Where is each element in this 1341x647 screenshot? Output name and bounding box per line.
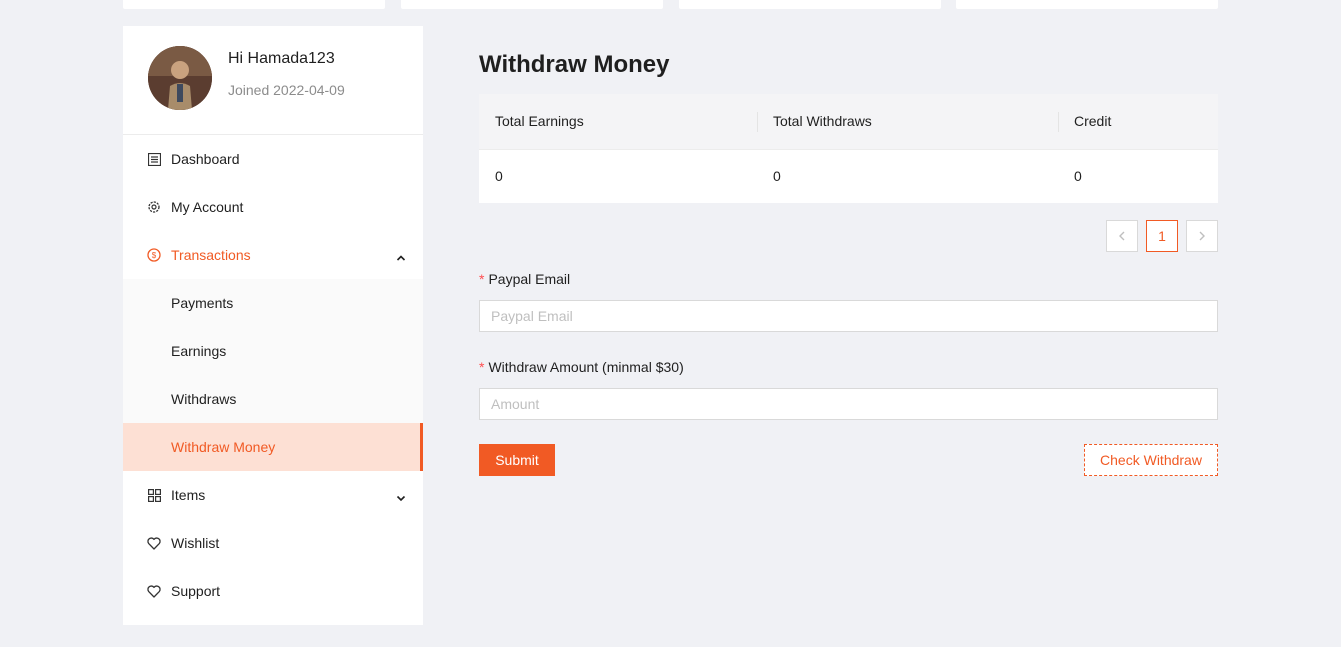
sidebar: Hi Hamada123 Joined 2022-04-09 Dashboard… [123, 26, 423, 625]
check-withdraw-button[interactable]: Check Withdraw [1084, 444, 1218, 476]
profile-header: Hi Hamada123 Joined 2022-04-09 [123, 26, 423, 135]
column-header: Credit [1058, 94, 1218, 150]
withdraw-amount-input[interactable] [479, 388, 1218, 420]
sidebar-item-label: My Account [171, 199, 244, 215]
sidebar-item-transactions[interactable]: $ Transactions [123, 231, 423, 279]
withdraw-stats-table: Total Earnings Total Withdraws Credit 0 … [479, 94, 1218, 203]
sidebar-item-label: Wishlist [171, 535, 220, 551]
transactions-submenu: Payments Earnings Withdraws Withdraw Mon… [123, 279, 423, 471]
next-page-button[interactable] [1186, 220, 1218, 252]
sidebar-item-label: Dashboard [171, 151, 240, 167]
gear-icon [147, 200, 161, 214]
sidebar-item-label: Transactions [171, 247, 251, 263]
user-greeting: Hi Hamada123 [228, 50, 335, 67]
table-cell: 0 [495, 168, 503, 185]
chevron-up-icon [396, 250, 406, 261]
summary-card [123, 0, 385, 9]
join-date: Joined 2022-04-09 [228, 82, 345, 98]
sidebar-item-withdraw-money[interactable]: Withdraw Money [123, 423, 423, 471]
required-marker: * [479, 359, 485, 375]
table-header-row: Total Earnings Total Withdraws Credit [479, 94, 1218, 150]
summary-card [956, 0, 1218, 9]
sidebar-item-items[interactable]: Items [123, 471, 423, 519]
page-number-button[interactable]: 1 [1146, 220, 1178, 252]
column-header: Total Earnings [479, 94, 757, 150]
required-marker: * [479, 271, 485, 287]
sidebar-item-payments[interactable]: Payments [123, 279, 423, 327]
paypal-email-label: * Paypal Email [479, 271, 1218, 289]
sidebar-menu: Dashboard My Account $ Transactions Paym… [123, 135, 423, 615]
main-content: Withdraw Money Total Earnings Total With… [479, 48, 1218, 476]
label-text: Paypal Email [488, 271, 571, 287]
sidebar-item-label: Earnings [171, 343, 227, 359]
heart-icon [147, 536, 161, 550]
sidebar-item-wishlist[interactable]: Wishlist [123, 519, 423, 567]
page-title: Withdraw Money [479, 51, 670, 78]
form-actions: Submit Check Withdraw [479, 444, 1218, 476]
chevron-down-icon [396, 490, 406, 502]
sidebar-item-earnings[interactable]: Earnings [123, 327, 423, 375]
prev-page-button[interactable] [1106, 220, 1138, 252]
dollar-circle-icon: $ [147, 248, 161, 262]
sidebar-item-label: Withdraw Money [171, 439, 276, 455]
table-row: 0 0 0 [479, 149, 1218, 203]
sidebar-item-label: Withdraws [171, 391, 237, 407]
avatar[interactable] [148, 46, 212, 110]
submit-button[interactable]: Submit [479, 444, 555, 476]
sidebar-item-support[interactable]: Support [123, 567, 423, 615]
paypal-email-input[interactable] [479, 300, 1218, 332]
heart-icon [147, 584, 161, 598]
sidebar-item-label: Support [171, 583, 221, 599]
list-icon [147, 152, 161, 166]
sidebar-item-label: Items [171, 487, 206, 503]
chevron-left-icon [1119, 231, 1125, 241]
pagination: 1 [479, 220, 1218, 252]
table-cell: 0 [1074, 168, 1082, 185]
submenu-list: Payments Earnings Withdraws Withdraw Mon… [123, 279, 423, 471]
table-cell: 0 [773, 168, 781, 185]
grid-icon [147, 488, 161, 502]
svg-text:$: $ [152, 251, 157, 260]
sidebar-item-label: Payments [171, 295, 234, 311]
label-text: Withdraw Amount (minmal $30) [488, 359, 684, 375]
column-header: Total Withdraws [757, 94, 1058, 150]
chevron-right-icon [1199, 231, 1205, 241]
sidebar-item-my-account[interactable]: My Account [123, 183, 423, 231]
summary-card [401, 0, 663, 9]
summary-card [679, 0, 941, 9]
sidebar-item-withdraws[interactable]: Withdraws [123, 375, 423, 423]
withdraw-amount-label: * Withdraw Amount (minmal $30) [479, 359, 1218, 377]
sidebar-item-dashboard[interactable]: Dashboard [123, 135, 423, 183]
